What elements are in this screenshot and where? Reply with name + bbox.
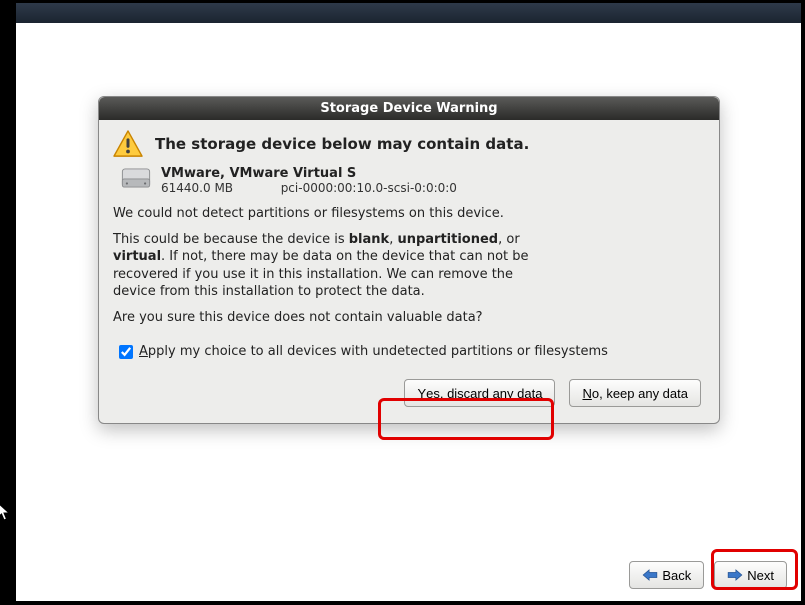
paragraph-detect: We could not detect partitions or filesy… bbox=[113, 205, 543, 223]
device-row: VMware, VMware Virtual S 61440.0 MB pci-… bbox=[121, 166, 705, 195]
dialog-heading: The storage device below may contain dat… bbox=[155, 135, 529, 153]
apply-all-mnemonic: A bbox=[139, 344, 148, 359]
yes-discard-button[interactable]: Yes, discard any data bbox=[404, 379, 555, 407]
device-size: 61440.0 MB bbox=[161, 181, 233, 195]
installer-window: Storage Device Warning The storage devic… bbox=[16, 3, 801, 601]
mouse-cursor-icon bbox=[0, 502, 11, 522]
p2-blank: blank bbox=[349, 232, 389, 247]
no-keep-button[interactable]: No, keep any data bbox=[569, 379, 701, 407]
device-details: 61440.0 MB pci-0000:00:10.0-scsi-0:0:0:0 bbox=[161, 181, 457, 195]
apply-all-label: Apply my choice to all devices with unde… bbox=[139, 344, 608, 359]
p2-prefix: This could be because the device is bbox=[113, 232, 349, 247]
dialog-button-row: Yes, discard any data No, keep any data bbox=[113, 379, 705, 407]
dialog-title: Storage Device Warning bbox=[99, 97, 719, 120]
warning-icon bbox=[113, 130, 143, 158]
device-name: VMware, VMware Virtual S bbox=[161, 166, 457, 181]
device-info: VMware, VMware Virtual S 61440.0 MB pci-… bbox=[161, 166, 457, 195]
paragraph-explain: This could be because the device is blan… bbox=[113, 231, 543, 301]
p2-unpart: unpartitioned bbox=[397, 232, 498, 247]
yes-mnemonic: Y bbox=[417, 386, 426, 401]
arrow-left-icon bbox=[642, 569, 658, 581]
wizard-nav: Back Next bbox=[629, 561, 787, 589]
no-mnemonic: N bbox=[582, 386, 591, 401]
apply-all-checkbox-row[interactable]: Apply my choice to all devices with unde… bbox=[119, 344, 705, 359]
next-label: Next bbox=[747, 568, 774, 583]
arrow-right-icon bbox=[727, 569, 743, 581]
header-band bbox=[16, 3, 801, 23]
next-button[interactable]: Next bbox=[714, 561, 787, 589]
back-label: Back bbox=[662, 568, 691, 583]
back-rest: ack bbox=[671, 568, 691, 583]
next-rest: ext bbox=[757, 568, 774, 583]
dialog-body: The storage device below may contain dat… bbox=[99, 120, 719, 423]
p2-rest: . If not, there may be data on the devic… bbox=[113, 249, 529, 299]
harddrive-icon bbox=[121, 168, 151, 188]
paragraph-confirm: Are you sure this device does not contai… bbox=[113, 309, 543, 327]
yes-rest: es, discard any data bbox=[426, 386, 542, 401]
p2-virtual: virtual bbox=[113, 249, 161, 264]
no-rest: o, keep any data bbox=[592, 386, 688, 401]
heading-row: The storage device below may contain dat… bbox=[113, 130, 705, 158]
storage-warning-dialog: Storage Device Warning The storage devic… bbox=[98, 96, 720, 424]
back-mnemonic: B bbox=[662, 568, 671, 583]
p2-s2: , or bbox=[498, 232, 520, 247]
apply-all-checkbox[interactable] bbox=[119, 345, 133, 359]
apply-all-rest: pply my choice to all devices with undet… bbox=[148, 344, 608, 359]
back-button[interactable]: Back bbox=[629, 561, 704, 589]
device-path: pci-0000:00:10.0-scsi-0:0:0:0 bbox=[281, 181, 457, 195]
next-mnemonic: N bbox=[747, 568, 756, 583]
